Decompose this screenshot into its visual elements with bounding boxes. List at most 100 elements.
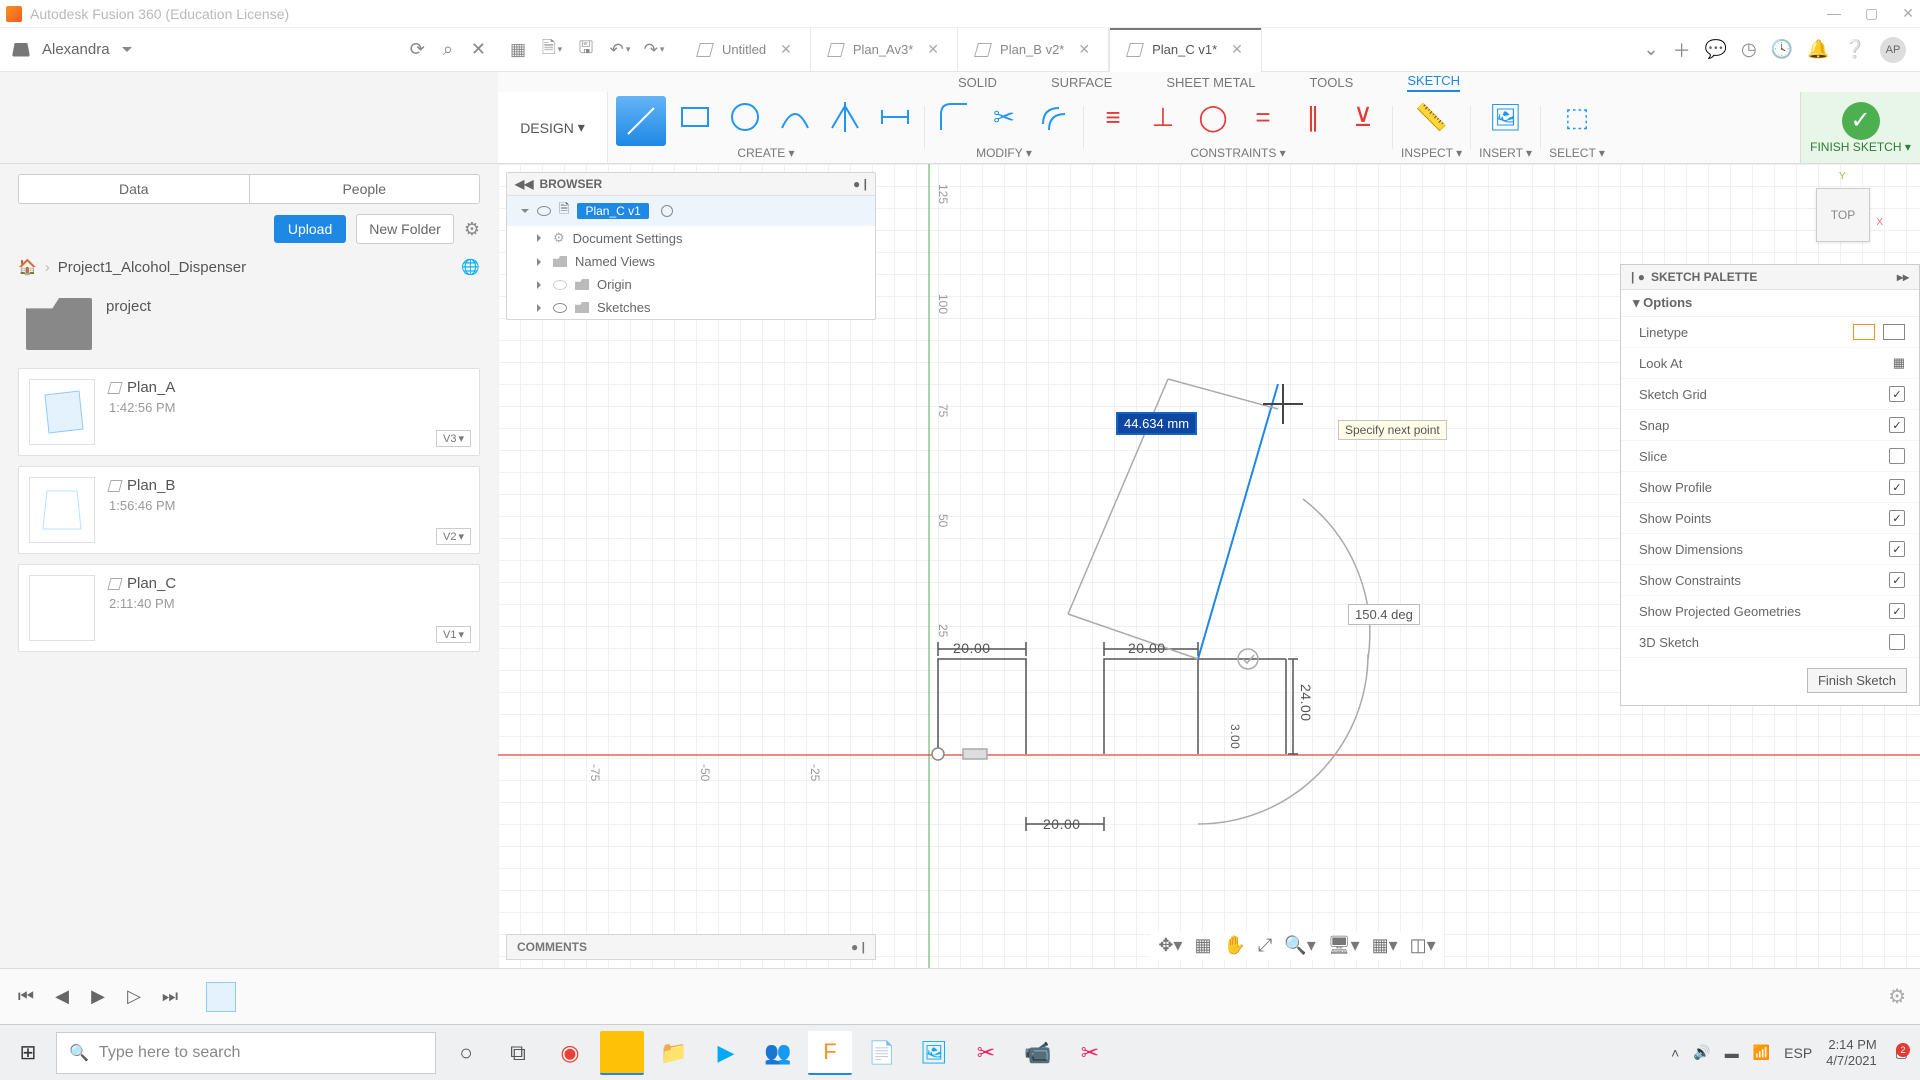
timeline-end-icon[interactable]: ⏭ (158, 986, 182, 1007)
dimension-tool-icon[interactable] (874, 96, 916, 138)
timeline-prev-icon[interactable]: ◀ (50, 986, 74, 1007)
dimension-label[interactable]: 20.00 (1043, 816, 1081, 832)
opt-snap[interactable]: Snap (1621, 410, 1919, 441)
checkbox[interactable] (1889, 572, 1905, 588)
parallel-constraint-icon[interactable]: ∥ (1292, 96, 1334, 138)
user-name[interactable]: Alexandra (42, 41, 110, 58)
upload-button[interactable]: Upload (274, 215, 346, 243)
browser-root[interactable]: 🗎Plan_C v1 (507, 196, 875, 226)
file-card-plan-b[interactable]: Plan_B1:56:46 PM V2▾ (18, 466, 480, 554)
file-card-plan-c[interactable]: Plan_C2:11:40 PM V1▾ (18, 564, 480, 652)
comments-icon[interactable]: 💬 (1705, 39, 1727, 60)
measure-tool-icon[interactable]: 📏 (1411, 96, 1453, 138)
opt-show-points[interactable]: Show Points (1621, 503, 1919, 534)
new-tab-icon[interactable]: ＋ (1673, 37, 1691, 63)
palette-finish-button[interactable]: Finish Sketch (1807, 668, 1907, 693)
dimension-label[interactable]: 20.00 (953, 640, 991, 656)
save-icon[interactable]: 🖫 (574, 38, 598, 62)
tab-tools[interactable]: TOOLS (1309, 75, 1353, 90)
search-icon[interactable]: ⌕ (443, 39, 453, 60)
photos-icon[interactable]: 🖼 (912, 1031, 956, 1075)
opt-3d-sketch[interactable]: 3D Sketch (1621, 627, 1919, 658)
equal-constraint-icon[interactable]: = (1242, 96, 1284, 138)
tab-close-icon[interactable]: ✕ (1078, 41, 1090, 58)
workspace-switcher[interactable]: DESIGN ▾ (498, 92, 608, 163)
group-constraints-label[interactable]: CONSTRAINTS ▾ (1190, 146, 1285, 160)
extensions-icon[interactable]: ◷ (1741, 39, 1757, 60)
opt-linetype[interactable]: Linetype (1621, 317, 1919, 348)
checkbox[interactable] (1889, 510, 1905, 526)
snip-icon[interactable]: ✂ (964, 1031, 1008, 1075)
world-icon[interactable]: 🌐 (461, 258, 480, 276)
version-badge[interactable]: V3▾ (436, 430, 471, 447)
grid-vis-icon[interactable]: ▦▾ (1372, 935, 1398, 956)
select-tool-icon[interactable]: ⬚ (1556, 96, 1598, 138)
tab-close-icon[interactable]: ✕ (927, 41, 939, 58)
version-badge[interactable]: V1▾ (436, 626, 471, 643)
rectangle-tool-icon[interactable] (674, 96, 716, 138)
timeline-settings-icon[interactable]: ⚙ (1888, 984, 1906, 1009)
volume-icon[interactable]: 🔊 (1693, 1044, 1710, 1061)
checkbox[interactable] (1889, 634, 1905, 650)
eye-icon[interactable] (553, 303, 567, 313)
trim-tool-icon[interactable]: ✂ (983, 96, 1025, 138)
help-icon[interactable]: ❔ (1844, 39, 1866, 60)
vertical-constraint-icon[interactable]: ⊥ (1142, 96, 1184, 138)
offset-tool-icon[interactable] (1033, 96, 1075, 138)
file-tab-plan-a[interactable]: Plan_Av3*✕ (811, 28, 958, 72)
opt-slice[interactable]: Slice (1621, 441, 1919, 472)
finish-sketch-button[interactable]: ✓ FINISH SKETCH ▾ (1800, 92, 1920, 163)
zoom-icon[interactable]: 📹 (1016, 1031, 1060, 1075)
teams-icon[interactable]: 👥 (756, 1031, 800, 1075)
tray-chevron-icon[interactable]: ˄ (1671, 1045, 1679, 1061)
tab-surface[interactable]: SURFACE (1051, 75, 1112, 90)
new-folder-button[interactable]: New Folder (356, 214, 454, 244)
canvas[interactable]: 125 100 75 50 25 -75 -50 -25 TOP (498, 164, 1920, 968)
maximize-icon[interactable]: ▢ (1865, 5, 1878, 22)
orbit-icon[interactable]: ✥▾ (1158, 935, 1182, 956)
task-view-icon[interactable]: ⧉ (496, 1031, 540, 1075)
refresh-icon[interactable]: ⟳ (410, 39, 425, 60)
home-icon[interactable]: 🏠 (18, 258, 37, 276)
new-file-icon[interactable]: 🗎 (540, 38, 564, 62)
fusion-taskbar-icon[interactable]: F (808, 1031, 852, 1075)
line-tool-icon[interactable] (616, 96, 666, 146)
timeline-start-icon[interactable]: ⏮ (14, 986, 38, 1007)
tab-solid[interactable]: SOLID (958, 75, 997, 90)
timeline-next-icon[interactable]: ▷ (122, 986, 146, 1007)
linetype-construction-icon[interactable] (1853, 324, 1875, 340)
perpendicular-constraint-icon[interactable]: ⊻ (1342, 96, 1384, 138)
insert-image-icon[interactable]: 🖼 (1485, 96, 1527, 138)
file-card-plan-a[interactable]: Plan_A1:42:56 PM V3▾ (18, 368, 480, 456)
dimension-input[interactable]: 44.634 mm (1116, 412, 1197, 435)
job-status-icon[interactable]: 🕓 (1771, 39, 1793, 60)
checkbox[interactable] (1889, 386, 1905, 402)
notifications-icon[interactable]: 🔔 (1807, 39, 1829, 60)
browser-item-doc-settings[interactable]: ⚙Document Settings (507, 226, 875, 250)
display-icon[interactable]: 🖥▾ (1328, 935, 1360, 956)
view-cube[interactable]: TOP (1816, 188, 1870, 242)
checkbox[interactable] (1889, 603, 1905, 619)
group-modify-label[interactable]: MODIFY ▾ (976, 146, 1032, 160)
undo-icon[interactable]: ↶ (608, 38, 632, 62)
grid-apps-icon[interactable]: ▦ (506, 38, 530, 62)
cortana-icon[interactable]: ○ (444, 1031, 488, 1075)
close-icon[interactable]: ✕ (1902, 5, 1914, 22)
mirror-tool-icon[interactable] (824, 96, 866, 138)
tab-sketch[interactable]: SKETCH (1407, 73, 1460, 92)
look-at-icon[interactable]: ▦ (1893, 355, 1905, 371)
language-indicator[interactable]: ESP (1784, 1045, 1812, 1061)
explorer-icon[interactable]: 📁 (652, 1031, 696, 1075)
taskbar-clock[interactable]: 2:14 PM4/7/2021 (1826, 1037, 1877, 1068)
chrome-icon[interactable]: ◉ (548, 1031, 592, 1075)
file-tab-untitled[interactable]: Untitled✕ (680, 28, 811, 72)
circle-tool-icon[interactable] (724, 96, 766, 138)
tab-close-icon[interactable]: ✕ (780, 41, 792, 58)
viewports-icon[interactable]: ◫▾ (1410, 935, 1436, 956)
horizontal-constraint-icon[interactable]: ≡ (1092, 96, 1134, 138)
minimize-icon[interactable]: — (1827, 5, 1841, 22)
data-people-toggle[interactable]: Data People (18, 174, 480, 204)
timeline-sketch-node[interactable] (206, 982, 236, 1012)
palette-options-header[interactable]: ▾ Options (1621, 290, 1919, 317)
browser-item-origin[interactable]: Origin (507, 273, 875, 296)
